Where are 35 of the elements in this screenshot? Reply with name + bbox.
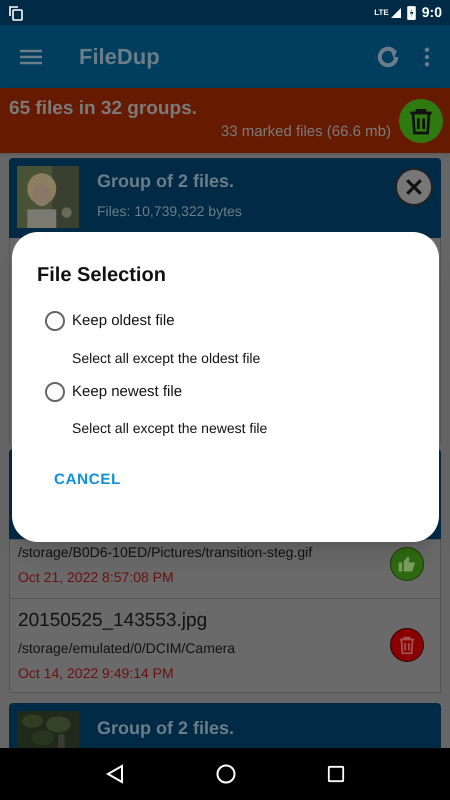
copy-icon (8, 4, 24, 20)
file-name: 20150525_143553.jpg (18, 609, 208, 633)
file-path: /storage/B0D6-10ED/Pictures/transition-steg.gif (18, 543, 314, 562)
back-icon[interactable] (105, 764, 126, 784)
summary-title: 65 files in 32 groups. (9, 97, 198, 122)
signal-icon (390, 8, 401, 18)
radio-option[interactable]: Keep newest file (45, 380, 439, 403)
radio-button[interactable] (45, 311, 65, 332)
close-icon (405, 178, 423, 196)
menu-icon[interactable] (20, 48, 42, 64)
cancel-button[interactable]: CANCEL (54, 469, 121, 492)
dialog-title: File Selection (37, 263, 167, 288)
group-size: Files: 10,739,322 bytes (97, 202, 243, 221)
home-icon[interactable] (216, 764, 236, 784)
thumbs-up-icon (397, 554, 417, 574)
app-title: FileDup (79, 43, 160, 71)
radio-button[interactable] (45, 382, 65, 402)
recents-icon[interactable] (326, 765, 345, 783)
file-path: /storage/emulated/0/DCIM/Camera (18, 638, 236, 658)
keep-button[interactable] (390, 547, 424, 581)
delete-button[interactable] (399, 98, 443, 142)
network-label: LTE (374, 8, 389, 16)
marked-files-label: 33 marked files (66.6 mb) (220, 122, 391, 142)
option-description: Select all except the oldest file (72, 348, 262, 368)
group-title: Group of 2 files. (97, 170, 236, 193)
file-date: Oct 14, 2022 9:49:14 PM (18, 664, 175, 682)
delete-file-button[interactable] (390, 628, 424, 662)
battery-icon (406, 5, 416, 20)
file-date: Oct 21, 2022 8:57:08 PM (18, 568, 175, 587)
radio-option[interactable]: Keep oldest file (45, 310, 439, 332)
more-icon[interactable] (424, 46, 430, 66)
close-button[interactable] (395, 168, 433, 206)
group-title: Group of 2 files. (97, 716, 236, 740)
clock: 9:0 (422, 3, 442, 22)
option-description: Select all except the newest file (72, 419, 268, 438)
